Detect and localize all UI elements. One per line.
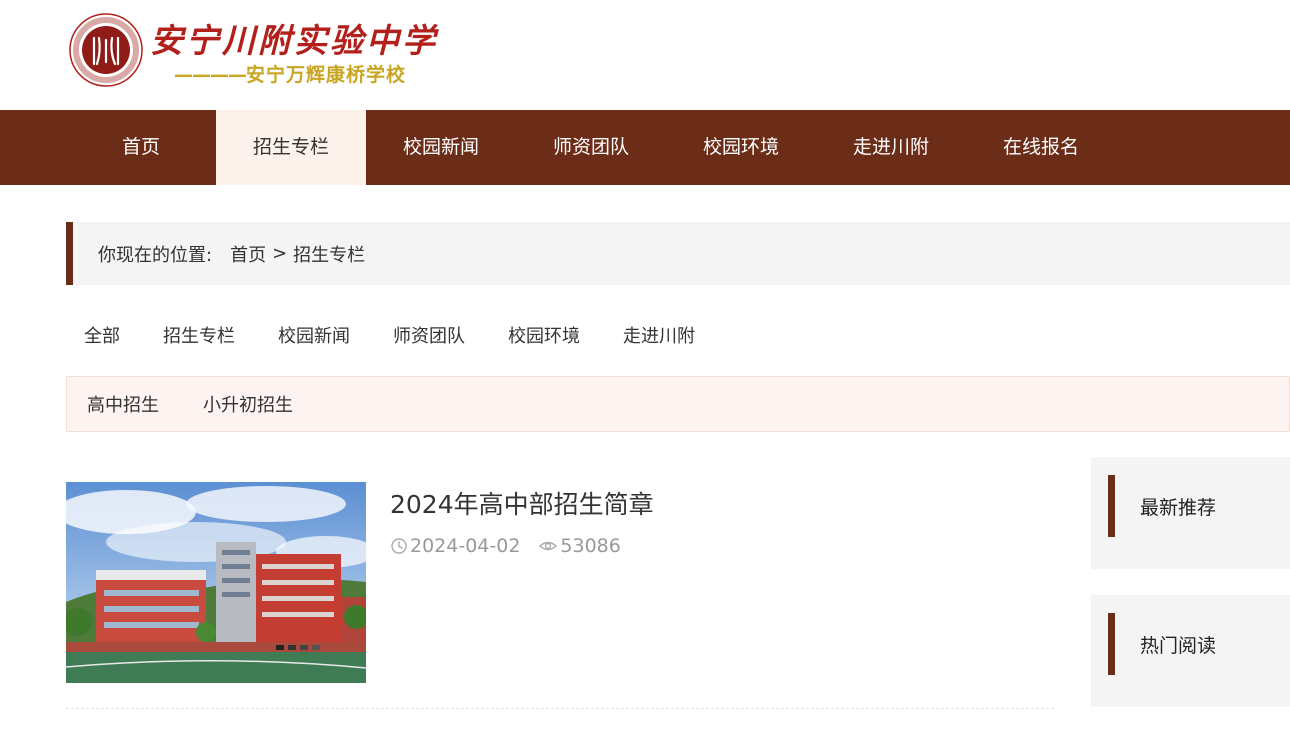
category-tab-about[interactable]: 走进川附 [623,322,695,348]
breadcrumb-separator: > [272,243,288,264]
breadcrumb-home-link[interactable]: 首页 [230,241,266,267]
nav-item-home[interactable]: 首页 [66,110,216,185]
school-seal-icon [69,13,143,87]
category-tab-admissions[interactable]: 招生专栏 [163,322,235,348]
category-tab-campus-environment[interactable]: 校园环境 [508,322,580,348]
logo-title: 安宁川附实验中学 [150,21,438,60]
site-logo[interactable]: 安宁川附实验中学 ————安宁万辉康桥学校 [68,12,468,88]
site-header: 安宁川附实验中学 ————安宁万辉康桥学校 [0,0,1290,110]
subcategory-bar: 高中招生 小升初招生 [66,376,1290,432]
sidebar-hot-title: 热门阅读 [1140,635,1217,657]
eye-icon [539,541,558,551]
subcategory-tab-high-school[interactable]: 高中招生 [87,391,159,417]
category-tab-faculty[interactable]: 师资团队 [393,322,465,348]
breadcrumb-current-link[interactable]: 招生专栏 [293,241,365,267]
list-item: 2024年高中部招生简章 2024-04-02 53086 [66,482,1054,709]
nav-item-about[interactable]: 走进川附 [816,110,966,185]
sidebar-hot-reading: 热门阅读 [1091,595,1290,707]
nav-item-admissions[interactable]: 招生专栏 [216,110,366,185]
breadcrumb-label: 你现在的位置: [98,244,213,266]
nav-item-faculty[interactable]: 师资团队 [516,110,666,185]
article-title[interactable]: 2024年高中部招生简章 [390,485,654,521]
article-views: 53086 [560,535,621,557]
article-meta: 2024-04-02 53086 [390,535,639,557]
sidebar-accent-bar [1108,475,1115,537]
school-building-image [66,482,366,683]
clock-icon [391,538,407,554]
breadcrumb: 你现在的位置: 首页 > 招生专栏 [66,222,1290,285]
sidebar-accent-bar [1108,613,1115,675]
subcategory-tab-junior-high[interactable]: 小升初招生 [203,391,293,417]
category-tab-all[interactable]: 全部 [84,322,120,348]
category-tabs: 全部 招生专栏 校园新闻 师资团队 校园环境 走进川附 [84,322,738,348]
category-tab-campus-news[interactable]: 校园新闻 [278,322,350,348]
nav-item-campus-environment[interactable]: 校园环境 [666,110,816,185]
logo-subtitle: ————安宁万辉康桥学校 [174,64,407,86]
main-nav: 首页 招生专栏 校园新闻 师资团队 校园环境 走进川附 在线报名 [0,110,1290,185]
nav-item-campus-news[interactable]: 校园新闻 [366,110,516,185]
article-date: 2024-04-02 [410,535,521,557]
article-thumbnail[interactable] [66,482,366,683]
nav-item-online-registration[interactable]: 在线报名 [966,110,1116,185]
sidebar-latest-recommend: 最新推荐 [1091,457,1290,569]
sidebar-latest-title: 最新推荐 [1140,497,1217,519]
